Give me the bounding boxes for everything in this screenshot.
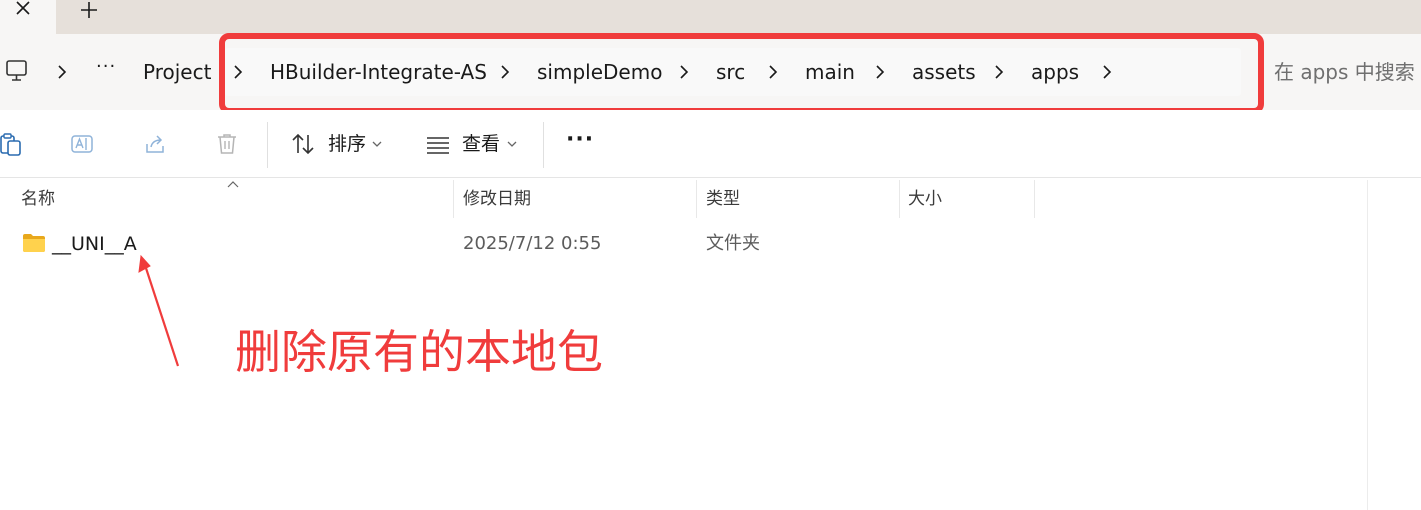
file-date-modified: 2025/7/12 0:55	[463, 233, 602, 254]
column-divider[interactable]	[453, 180, 454, 218]
share-icon[interactable]	[143, 132, 167, 156]
breadcrumb-overflow-button[interactable]: ···	[96, 56, 116, 77]
folder-icon	[23, 234, 45, 252]
column-divider[interactable]	[1034, 180, 1035, 218]
current-tab[interactable]	[0, 0, 56, 34]
sort-ascending-icon	[227, 181, 239, 188]
tab-strip	[0, 0, 1421, 34]
computer-icon[interactable]	[5, 59, 29, 83]
column-header-name[interactable]: 名称	[21, 187, 55, 211]
breadcrumb-project[interactable]: Project	[143, 58, 211, 86]
rename-icon[interactable]	[70, 132, 94, 156]
command-separator	[543, 122, 544, 168]
file-type: 文件夹	[706, 233, 760, 254]
list-right-edge	[1367, 180, 1368, 510]
command-separator	[267, 122, 268, 168]
sort-icon[interactable]	[291, 132, 315, 156]
file-name[interactable]: __UNI__A	[52, 231, 137, 257]
column-divider[interactable]	[696, 180, 697, 218]
column-header-size[interactable]: 大小	[908, 187, 942, 211]
chevron-down-icon[interactable]	[507, 141, 517, 148]
chevron-right-icon[interactable]	[56, 65, 68, 79]
column-header-type[interactable]: 类型	[706, 187, 740, 211]
column-header-date-modified[interactable]: 修改日期	[463, 187, 531, 211]
column-divider[interactable]	[899, 180, 900, 218]
sort-button[interactable]: 排序	[328, 131, 366, 157]
annotation-text: 删除原有的本地包	[235, 325, 603, 379]
command-bar: 排序 查看 ···	[0, 110, 1421, 178]
search-input[interactable]: 在 apps 中搜索	[1274, 58, 1415, 86]
view-button[interactable]: 查看	[462, 131, 500, 157]
paste-icon[interactable]	[0, 132, 24, 156]
more-options-button[interactable]: ···	[566, 127, 594, 153]
add-tab-icon[interactable]	[78, 0, 100, 22]
highlight-box	[219, 33, 1264, 114]
delete-icon[interactable]	[215, 132, 239, 156]
chevron-down-icon[interactable]	[372, 141, 382, 148]
view-icon[interactable]	[426, 132, 450, 156]
close-icon[interactable]	[12, 0, 34, 22]
